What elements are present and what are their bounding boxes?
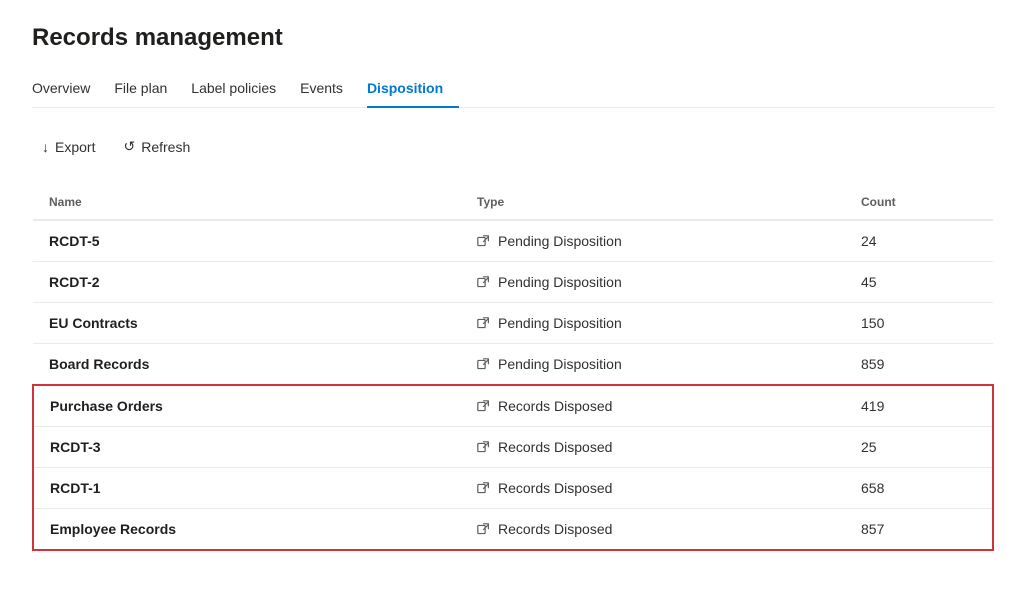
row-type: Records Disposed	[498, 439, 612, 455]
row-count: 857	[849, 509, 993, 551]
cell-name: Board Records	[33, 344, 465, 386]
row-name: EU Contracts	[49, 315, 138, 331]
table-body: RCDT-5 Pending Disposition24RCDT-2 Pendi…	[33, 220, 993, 550]
external-link-icon	[477, 441, 490, 454]
row-name: RCDT-2	[49, 274, 100, 290]
col-header-name: Name	[33, 185, 465, 220]
cell-name: RCDT-5	[33, 220, 465, 262]
row-count: 150	[849, 303, 993, 344]
tab-label-policies[interactable]: Label policies	[191, 72, 292, 108]
cell-type: Pending Disposition	[465, 344, 849, 386]
table-row[interactable]: Board Records Pending Disposition 859	[33, 344, 993, 386]
refresh-label: Refresh	[141, 139, 190, 155]
row-type: Pending Disposition	[498, 233, 622, 249]
external-link-icon	[477, 523, 490, 536]
cell-type: Records Disposed	[465, 385, 849, 427]
cell-type: Pending Disposition	[465, 303, 849, 344]
external-link-icon	[477, 358, 490, 371]
row-type: Records Disposed	[498, 398, 612, 414]
external-link-icon	[477, 482, 490, 495]
tab-file-plan[interactable]: File plan	[114, 72, 183, 108]
row-name: Employee Records	[50, 521, 176, 537]
col-header-type: Type	[465, 185, 849, 220]
row-name: RCDT-3	[50, 439, 101, 455]
table-row[interactable]: RCDT-3 Records Disposed 25	[33, 427, 993, 468]
row-type: Pending Disposition	[498, 274, 622, 290]
row-name: RCDT-1	[50, 480, 101, 496]
row-count: 859	[849, 344, 993, 386]
table-row[interactable]: RCDT-5 Pending Disposition 24	[33, 220, 993, 262]
cell-type: Records Disposed	[465, 468, 849, 509]
row-type: Pending Disposition	[498, 315, 622, 331]
export-icon: ↓	[42, 139, 49, 155]
cell-type: Pending Disposition	[465, 262, 849, 303]
export-label: Export	[55, 139, 95, 155]
page-container: Records management Overview File plan La…	[0, 0, 1026, 575]
cell-name: RCDT-2	[33, 262, 465, 303]
cell-name: Employee Records	[33, 509, 465, 551]
nav-tabs: Overview File plan Label policies Events…	[32, 72, 994, 108]
row-type: Records Disposed	[498, 521, 612, 537]
row-type: Records Disposed	[498, 480, 612, 496]
row-name: Purchase Orders	[50, 398, 163, 414]
table-row[interactable]: Employee Records Records Disposed 857	[33, 509, 993, 551]
table-row[interactable]: RCDT-1 Records Disposed 658	[33, 468, 993, 509]
row-name: Board Records	[49, 356, 149, 372]
row-count: 25	[849, 427, 993, 468]
toolbar: ↓ Export ↺ Refresh	[32, 124, 994, 169]
refresh-icon: ↺	[123, 138, 135, 155]
table-row[interactable]: RCDT-2 Pending Disposition 45	[33, 262, 993, 303]
cell-type: Pending Disposition	[465, 220, 849, 262]
row-count: 419	[849, 385, 993, 427]
table-row[interactable]: EU Contracts Pending Disposition 150	[33, 303, 993, 344]
table-container: Name Type Count RCDT-5 Pending Dispositi…	[32, 185, 994, 551]
table-header: Name Type Count	[33, 185, 993, 220]
export-button[interactable]: ↓ Export	[32, 133, 105, 161]
tab-overview[interactable]: Overview	[32, 72, 106, 108]
external-link-icon	[477, 235, 490, 248]
cell-name: RCDT-3	[33, 427, 465, 468]
cell-name: RCDT-1	[33, 468, 465, 509]
col-header-count: Count	[849, 185, 993, 220]
refresh-button[interactable]: ↺ Refresh	[113, 132, 200, 161]
cell-name: Purchase Orders	[33, 385, 465, 427]
data-table: Name Type Count RCDT-5 Pending Dispositi…	[32, 185, 994, 551]
header-row: Name Type Count	[33, 185, 993, 220]
cell-type: Records Disposed	[465, 509, 849, 551]
external-link-icon	[477, 400, 490, 413]
cell-type: Records Disposed	[465, 427, 849, 468]
row-count: 45	[849, 262, 993, 303]
row-count: 24	[849, 220, 993, 262]
page-title: Records management	[32, 24, 994, 52]
cell-name: EU Contracts	[33, 303, 465, 344]
row-type: Pending Disposition	[498, 356, 622, 372]
tab-disposition[interactable]: Disposition	[367, 72, 459, 108]
row-count: 658	[849, 468, 993, 509]
tab-events[interactable]: Events	[300, 72, 359, 108]
table-row[interactable]: Purchase Orders Records Disposed 419	[33, 385, 993, 427]
external-link-icon	[477, 317, 490, 330]
external-link-icon	[477, 276, 490, 289]
row-name: RCDT-5	[49, 233, 100, 249]
